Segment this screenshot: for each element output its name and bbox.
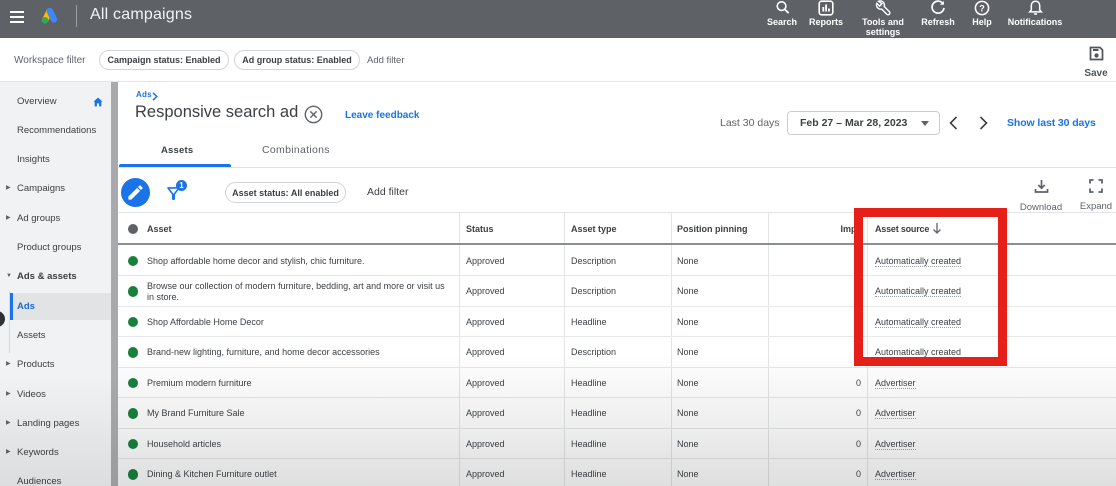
svg-text:?: ? [979,3,985,13]
